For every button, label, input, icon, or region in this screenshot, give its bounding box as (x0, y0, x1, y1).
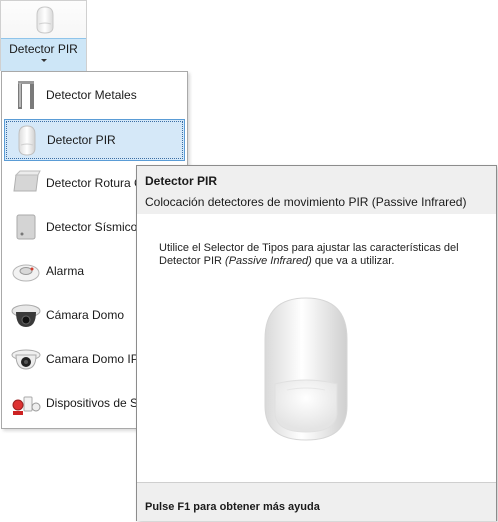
tooltip-subtitle: Colocación detectores de movimiento PIR … (145, 195, 467, 209)
chevron-down-icon (41, 59, 47, 62)
menu-item-label: Camara Domo IP (46, 352, 139, 366)
tooltip-header: Detector PIR Colocación detectores de mo… (137, 166, 496, 214)
tooltip-help-hint: Pulse F1 para obtener más ayuda (145, 501, 320, 513)
seismic-detector-icon (16, 214, 36, 240)
tooltip-panel: Detector PIR Colocación detectores de mo… (136, 165, 497, 521)
tooltip-description-text-end: que va a utilizar. (311, 255, 395, 267)
menu-item-detector-pir[interactable]: Detector PIR (4, 119, 185, 161)
ribbon-button-top[interactable] (1, 1, 86, 38)
tooltip-description: Utilice el Selector de Tipos para ajusta… (159, 242, 479, 268)
menu-item-detector-metales[interactable]: Detector Metales (4, 75, 185, 117)
tooltip-footer: Pulse F1 para obtener más ayuda (137, 482, 496, 521)
ribbon-button-dropdown[interactable]: Detector PIR (1, 38, 86, 71)
pir-sensor-icon (36, 6, 54, 34)
pir-sensor-large-icon (264, 297, 348, 441)
ribbon-button-label: Detector PIR (9, 42, 78, 56)
pir-sensor-icon (18, 125, 36, 156)
detector-pir-ribbon-button[interactable]: Detector PIR (0, 0, 87, 71)
alarm-icon (12, 264, 40, 282)
tooltip-title: Detector PIR (145, 174, 218, 188)
metal-detector-icon (18, 81, 34, 109)
menu-item-label: Detector Rotura C (46, 176, 143, 190)
security-devices-icon (12, 396, 41, 415)
menu-item-label: Alarma (46, 264, 85, 278)
menu-item-label: Detector PIR (47, 133, 116, 147)
tooltip-description-emphasis: (Passive Infrared) (225, 255, 312, 267)
menu-item-label: Detector Metales (46, 88, 137, 102)
ip-dome-camera-icon (11, 349, 41, 370)
menu-item-label: Dispositivos de Se (46, 396, 145, 410)
glass-break-detector-icon (13, 170, 41, 192)
menu-item-label: Detector Sísmico (46, 220, 138, 234)
dome-camera-icon (11, 304, 41, 327)
menu-item-label: Cámara Domo (46, 308, 125, 322)
